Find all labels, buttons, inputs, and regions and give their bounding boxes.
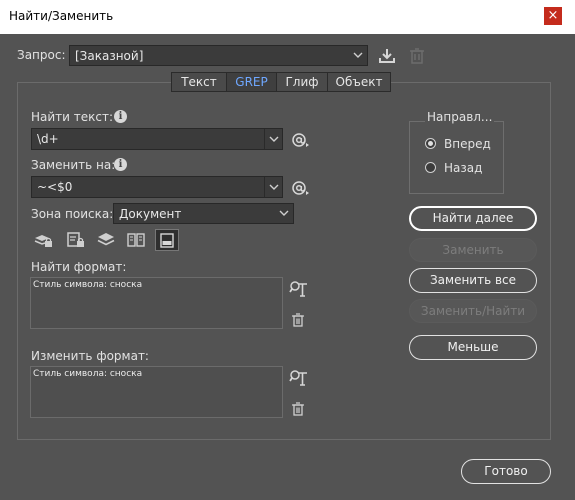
replace-find-button[interactable]: Заменить/Найти: [409, 299, 537, 323]
replace-special-chars-button[interactable]: [291, 178, 311, 198]
specify-find-format-button[interactable]: [289, 279, 309, 299]
window-title: Найти/Заменить: [9, 9, 114, 23]
include-footnotes-button[interactable]: [155, 229, 179, 251]
radio-backward-label: Назад: [444, 161, 483, 175]
find-text-label: Найти текст:: [31, 110, 114, 124]
find-special-chars-button[interactable]: [291, 130, 311, 150]
footnotes-icon: [160, 233, 174, 248]
change-format-text: Стиль символа: сноска: [33, 369, 143, 379]
at-special-chars-icon: [292, 133, 309, 147]
chevron-down-icon[interactable]: [264, 129, 282, 149]
layers-icon: [97, 233, 115, 246]
chevron-down-icon: [349, 46, 367, 65]
tab-bar: Текст GREP Глиф Объект: [171, 72, 391, 92]
tab-text[interactable]: Текст: [171, 72, 227, 92]
replace-field[interactable]: ~<$0: [31, 176, 283, 198]
tab-glyph[interactable]: Глиф: [276, 72, 328, 92]
change-format-label: Изменить формат:: [31, 349, 149, 363]
direction-group: [409, 121, 504, 194]
done-button[interactable]: Готово: [461, 459, 551, 484]
include-hidden-layers-button[interactable]: [96, 231, 116, 249]
title-bar: Найти/Заменить ×: [0, 0, 575, 34]
include-locked-stories-button[interactable]: [66, 231, 86, 249]
replace-all-button[interactable]: Заменить все: [409, 268, 537, 293]
change-format-box[interactable]: Стиль символа: сноска: [30, 366, 283, 418]
save-query-icon: [379, 49, 395, 63]
replace-button[interactable]: Заменить: [409, 238, 537, 262]
format-search-icon: [289, 281, 307, 297]
info-icon[interactable]: i: [114, 158, 127, 171]
direction-backward-option[interactable]: Назад: [425, 161, 495, 175]
search-zone-label: Зона поиска:: [31, 207, 114, 221]
trash-icon: [292, 313, 304, 327]
master-pages-icon: [127, 233, 145, 247]
include-master-pages-button[interactable]: [126, 231, 146, 249]
delete-query-button[interactable]: [407, 46, 427, 66]
direction-label: Направл...: [425, 110, 495, 124]
clear-find-format-button[interactable]: [290, 312, 306, 328]
close-button[interactable]: ×: [544, 7, 562, 25]
locked-stories-icon: [67, 232, 84, 247]
query-label: Запрос:: [17, 48, 66, 62]
trash-icon: [292, 402, 304, 416]
chevron-down-icon: [275, 204, 293, 223]
query-value: [Заказной]: [75, 49, 144, 63]
locked-layers-icon: [34, 235, 52, 247]
chevron-down-icon[interactable]: [264, 177, 282, 197]
format-search-icon: [289, 370, 307, 386]
tab-object[interactable]: Объект: [327, 72, 391, 92]
find-text-field[interactable]: \d+: [31, 128, 283, 150]
direction-forward-option[interactable]: Вперед: [425, 137, 495, 151]
trash-icon: [410, 48, 424, 64]
radio-backward[interactable]: [425, 162, 436, 173]
find-format-label: Найти формат:: [31, 260, 127, 274]
find-format-box[interactable]: Стиль символа: сноска: [30, 277, 283, 329]
replace-label: Заменить на:: [31, 158, 116, 172]
info-icon[interactable]: i: [114, 110, 127, 123]
find-next-button[interactable]: Найти далее: [409, 206, 537, 231]
find-text-value: \d+: [37, 132, 59, 146]
clear-change-format-button[interactable]: [290, 401, 306, 417]
specify-change-format-button[interactable]: [289, 368, 309, 388]
radio-forward-label: Вперед: [444, 137, 491, 151]
search-zone-value: Документ: [119, 207, 182, 221]
close-icon: ×: [547, 8, 559, 23]
replace-value: ~<$0: [37, 180, 73, 194]
query-dropdown[interactable]: [Заказной]: [69, 45, 368, 66]
tab-grep[interactable]: GREP: [226, 72, 277, 92]
find-format-text: Стиль символа: сноска: [33, 280, 143, 290]
search-zone-dropdown[interactable]: Документ: [113, 203, 294, 224]
include-locked-layers-button[interactable]: [33, 231, 53, 249]
less-button[interactable]: Меньше: [409, 335, 537, 360]
save-query-button[interactable]: [377, 46, 397, 66]
radio-forward[interactable]: [425, 138, 436, 149]
at-special-chars-icon: [292, 181, 309, 195]
